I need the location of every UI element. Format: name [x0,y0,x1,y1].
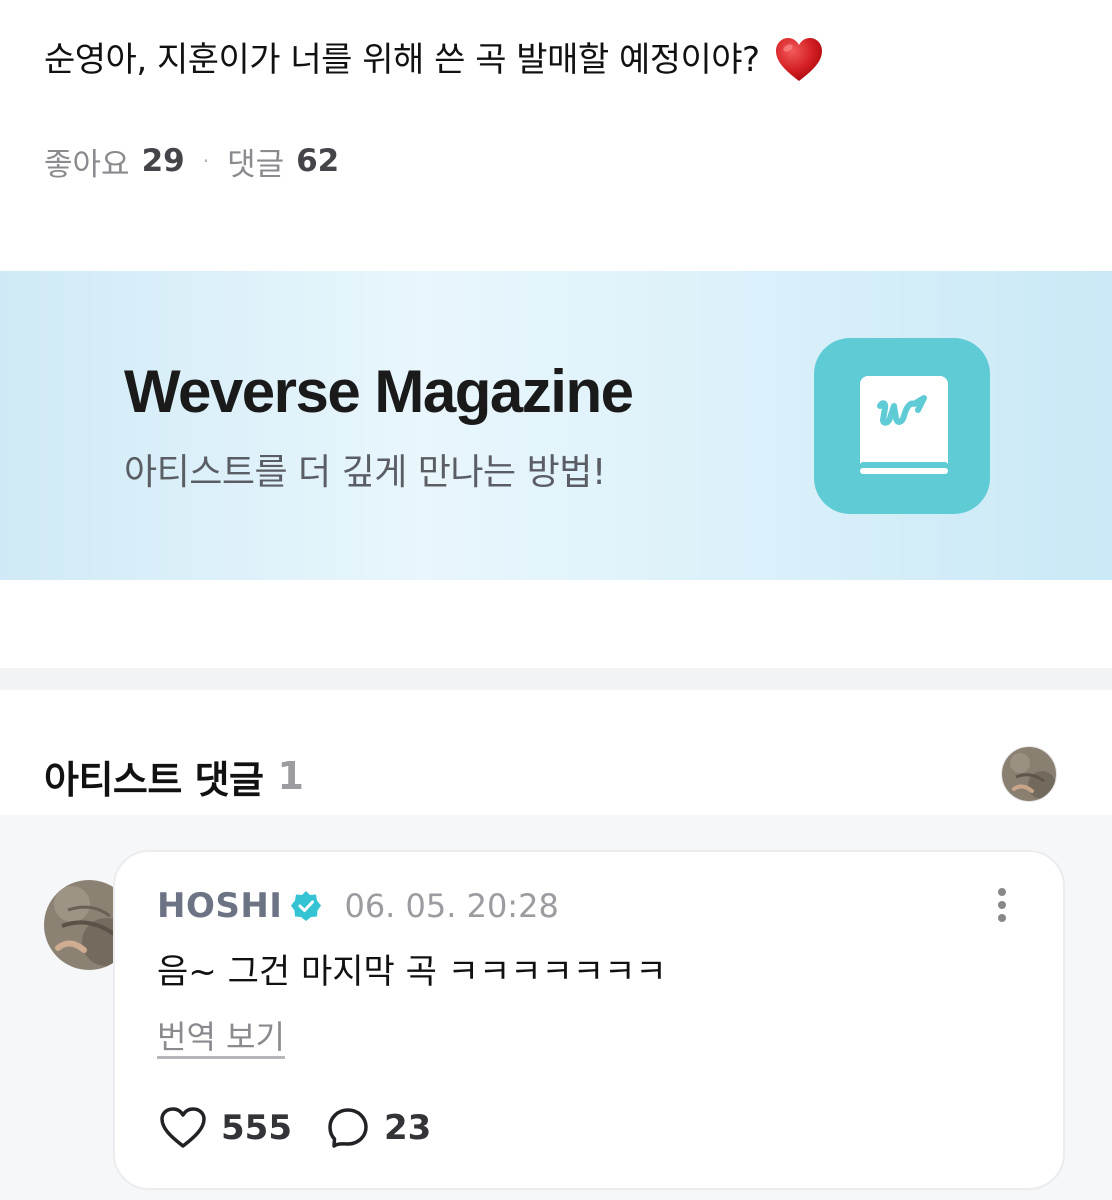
banner-title: Weverse Magazine [124,358,634,425]
comment-timestamp: 06. 05. 20:28 [344,887,559,925]
stats-separator: · [202,149,210,173]
section-divider [0,668,1112,690]
artist-comments-count: 1 [277,754,304,798]
post-page: 순영아, 지훈이가 너를 위해 쓴 곡 발매할 예정이야? 좋아요 29 · 댓… [0,0,1112,1200]
post-title: 순영아, 지훈이가 너를 위해 쓴 곡 발매할 예정이야? [44,32,1084,88]
comment-card: HOSHI 06. 05. 20:28 음~ 그건 마지막 곡 ㅋㅋㅋㅋㅋㅋㅋ … [113,850,1065,1190]
verified-badge-icon [291,891,322,921]
comment-author-name[interactable]: HOSHI [157,886,282,926]
weverse-magazine-banner[interactable]: Weverse Magazine 아티스트를 더 깊게 만나는 방법! [0,271,1112,580]
like-count: 555 [221,1108,292,1148]
artist-comments-heading: 아티스트 댓글 1 [44,748,304,804]
translate-link[interactable]: 번역 보기 [157,1012,285,1058]
like-heart-icon[interactable] [159,1106,207,1150]
artist-avatar[interactable] [1001,746,1057,802]
post-title-text: 순영아, 지훈이가 너를 위해 쓴 곡 발매할 예정이야? [44,40,760,80]
more-options-icon[interactable] [987,882,1017,928]
comment-header: HOSHI 06. 05. 20:28 [157,884,559,928]
weverse-magazine-book-icon [814,338,990,514]
likes-count: 29 [141,143,185,179]
reply-bubble-icon[interactable] [326,1106,370,1150]
artist-comments-title: 아티스트 댓글 [44,757,264,802]
likes-label: 좋아요 [44,146,130,183]
banner-subtitle: 아티스트를 더 깊게 만나는 방법! [124,452,606,493]
comments-label[interactable]: 댓글 [227,139,284,184]
heart-emoji-icon [775,38,822,81]
post-stats: 좋아요 29 · 댓글 62 [44,138,339,184]
comment-actions: 555 23 [159,1104,431,1152]
comments-count[interactable]: 62 [296,143,339,179]
comment-text: 음~ 그건 마지막 곡 ㅋㅋㅋㅋㅋㅋㅋ [157,952,667,992]
reply-count: 23 [383,1108,432,1148]
